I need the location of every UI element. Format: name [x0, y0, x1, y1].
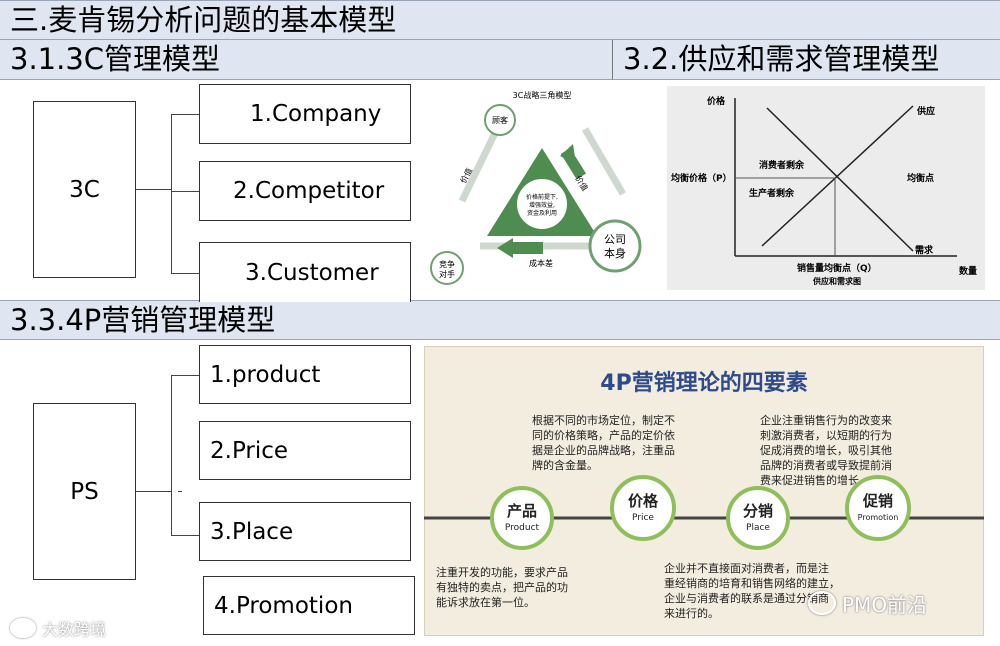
section-3c-header: 3.1.3C管理模型: [0, 40, 613, 80]
center-text-2: 增强效益,: [529, 201, 555, 209]
triangle-title: 3C战略三角模型: [513, 90, 572, 100]
3c-item-label: 1.Company: [250, 101, 382, 127]
4p-item-promotion: 4.Promotion: [203, 576, 415, 635]
supply-demand-image: 价格 数量 供应 需求 均衡点 均衡价格（P） 消费者剩余 生产者剩余 销售量均…: [667, 86, 985, 290]
watermark-left-text: 大数跨境: [42, 620, 107, 639]
3c-branch: [171, 191, 200, 192]
node-place: 分销 Place: [726, 486, 790, 550]
node-place-cn: 分销: [743, 502, 773, 520]
4p-root-label: PS: [70, 478, 99, 505]
competitor-label-2: 对手: [439, 269, 455, 279]
competitor-label-1: 竞争: [439, 259, 455, 269]
customer-label: 顾客: [492, 115, 508, 125]
x-axis-label: 数量: [959, 265, 977, 277]
section-4p-title: 3.3.4P营销管理模型: [10, 302, 276, 337]
4p-connector: [136, 491, 172, 492]
4p-root-box: PS: [33, 403, 136, 580]
3c-connector: [136, 189, 172, 190]
cost-diff-label: 成本差: [529, 258, 553, 268]
4p-item-product: 1.product: [199, 345, 411, 404]
node-price-en: Price: [632, 513, 654, 523]
watermark-left: 大数跨境: [10, 616, 106, 640]
node-price: 价格 Price: [610, 475, 676, 541]
equilibrium-label: 均衡点: [907, 172, 934, 184]
3c-item-customer: 3.Customer: [199, 242, 411, 302]
3c-root-label: 3C: [69, 176, 100, 203]
producer-surplus-label: 生产者剩余: [749, 187, 795, 199]
node-product-en: Product: [505, 523, 540, 533]
promotion-text-5: 费来促进销售的增长。: [760, 473, 870, 487]
3c-item-competitor: 2.Competitor: [199, 161, 411, 221]
weibo-icon: [10, 618, 36, 638]
product-text-1: 注重开发的功能，要求产品: [436, 565, 568, 579]
page-title: 三.麦肯锡分析问题的基本模型: [0, 0, 1000, 40]
3c-item-label: 3.Customer: [245, 259, 379, 286]
4p-item-label: 2.Price: [210, 437, 289, 464]
4p-item-place: 3.Place: [199, 502, 411, 561]
3c-item-label: 2.Competitor: [233, 178, 385, 204]
4p-branch: [171, 535, 200, 536]
center-text-1: 价格前提下,: [526, 193, 558, 201]
place-text-1: 企业并不直接面对消费者，而是注: [664, 561, 829, 575]
promotion-text-4: 品牌的消费者或导致提前消: [760, 458, 892, 472]
section-4p-header: 3.3.4P营销管理模型: [0, 300, 1000, 340]
4p-item-price: 2.Price: [199, 421, 411, 480]
place-text-4: 来进行的。: [664, 606, 719, 620]
4p-branch: [171, 375, 200, 376]
price-text-3: 据是企业的品牌战略，注重品: [532, 443, 675, 457]
4p-item-label: 3.Place: [210, 518, 294, 545]
node-promotion: 促销 Promotion: [845, 475, 911, 541]
demand-label: 需求: [915, 244, 934, 256]
3c-triangle-image: 3C战略三角模型 顾客 公司 本身 竞争 对手 价值 价值 成本差 价格前提下,…: [425, 86, 658, 296]
4p-trunk: [171, 375, 172, 536]
price-text-4: 牌的含金量。: [532, 458, 598, 472]
company-circle: [588, 219, 642, 273]
y-axis-label: 价格: [707, 95, 726, 107]
price-text-1: 根据不同的市场定位，制定不: [532, 413, 675, 427]
promotion-text-2: 刺激消费者，以短期的行为: [760, 428, 892, 442]
3c-root-box: 3C: [33, 101, 136, 278]
4p-item-label: 1.product: [210, 361, 321, 388]
promotion-text-1: 企业注重销售行为的改变来: [760, 413, 892, 427]
center-text-3: 资金及利用: [527, 209, 557, 217]
3c-item-company: 1.Company: [199, 84, 411, 144]
watermark-right-text: PMO前沿: [842, 592, 928, 617]
supply-label: 供应: [916, 105, 935, 117]
wechat-icon: [808, 591, 836, 615]
3c-branch: [171, 273, 200, 274]
4p-image-title: 4P营销理论的四要素: [600, 370, 807, 396]
node-product: 产品 Product: [490, 486, 554, 550]
3c-branch: [171, 114, 200, 115]
company-label-1: 公司: [604, 233, 626, 246]
section-supply-header: 3.2.供应和需求管理模型: [613, 40, 1000, 80]
price-text-2: 同的价格策略，产品的定价依: [532, 428, 675, 442]
company-label-2: 本身: [604, 246, 626, 260]
section-3c-title: 3.1.3C管理模型: [10, 42, 221, 76]
node-price-cn: 价格: [628, 492, 659, 510]
node-promotion-en: Promotion: [858, 513, 899, 522]
4p-item-label: 4.Promotion: [214, 592, 353, 619]
promotion-text-3: 促成消费的增长，吸引其他: [760, 443, 892, 457]
place-text-3: 企业与消费者的联系是通过分销商: [664, 591, 829, 605]
page-title-text: 三.麦肯锡分析问题的基本模型: [10, 2, 397, 37]
product-text-2: 有独特的卖点，把产品的功: [436, 580, 568, 594]
chart-caption: 供应和需求图: [812, 276, 861, 286]
node-promotion-cn: 促销: [862, 492, 893, 510]
equilibrium-price-label: 均衡价格（P）: [671, 172, 732, 184]
section-supply-title: 3.2.供应和需求管理模型: [623, 42, 940, 76]
product-text-3: 能诉求放在第一位。: [436, 595, 535, 609]
node-product-cn: 产品: [507, 502, 537, 520]
4p-connector-dash: [178, 491, 182, 492]
3c-trunk: [171, 114, 172, 274]
equilibrium-qty-label: 销售量均衡点（Q）: [797, 262, 877, 274]
watermark-right: PMO前沿: [808, 588, 927, 618]
node-place-en: Place: [746, 523, 770, 533]
consumer-surplus-label: 消费者剩余: [759, 159, 805, 171]
